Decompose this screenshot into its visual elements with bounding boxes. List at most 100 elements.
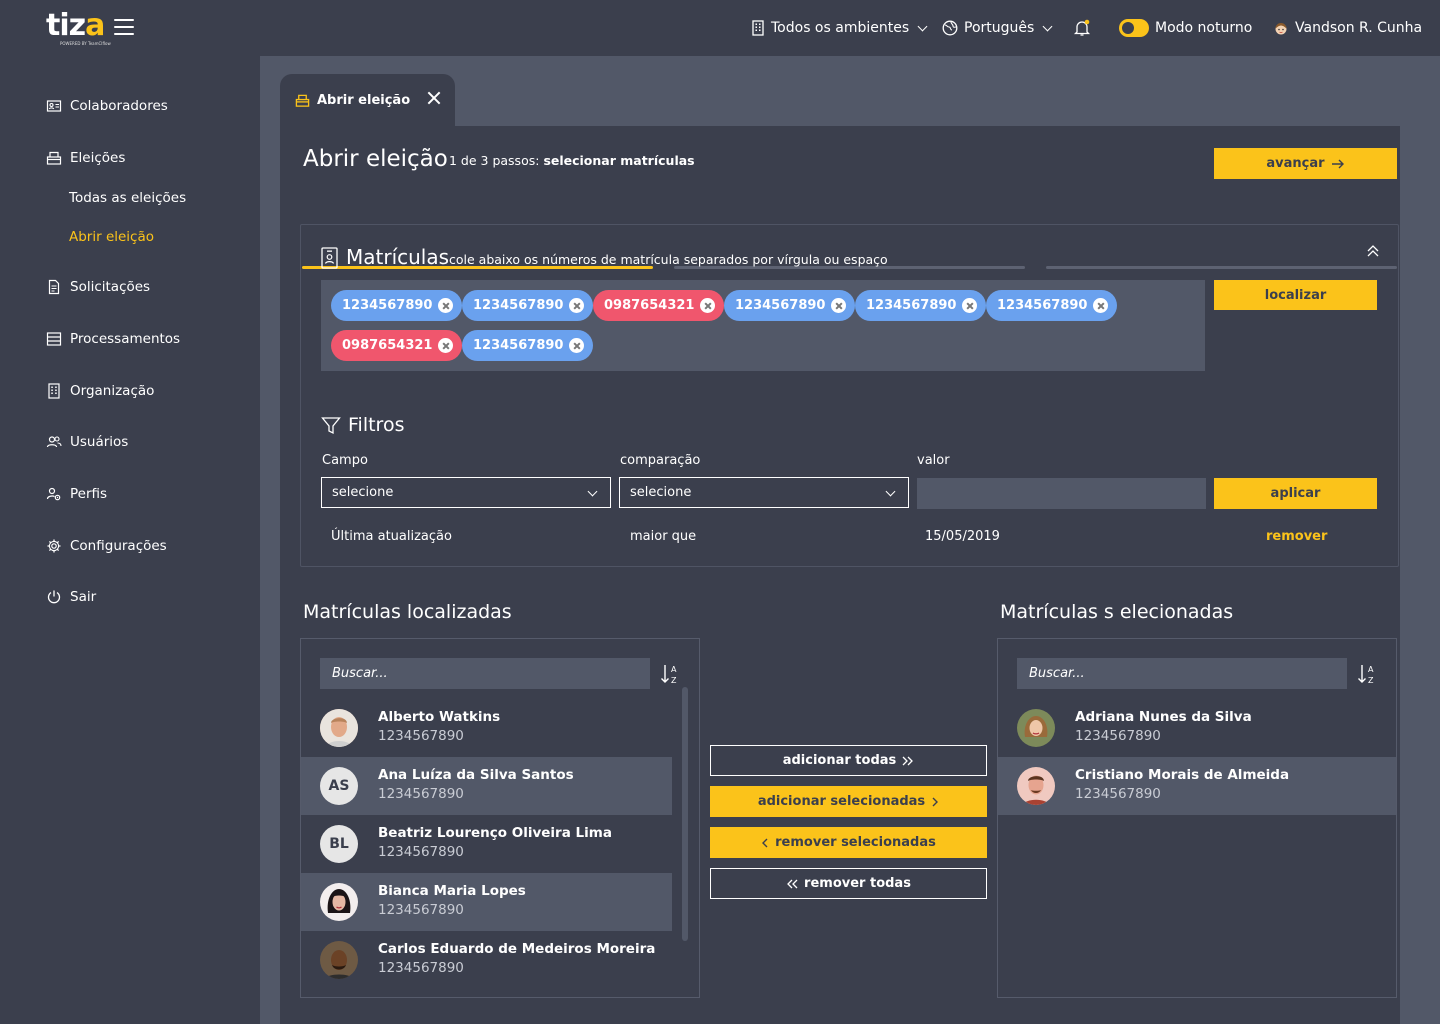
language-selector[interactable]: Português: [942, 18, 1053, 38]
toggle-switch[interactable]: [1119, 19, 1149, 37]
chip-valid[interactable]: 1234567890: [331, 290, 463, 321]
sidebar-item-eleicoes[interactable]: Eleições: [46, 150, 125, 166]
chip-remove-icon[interactable]: [962, 298, 978, 313]
menu-icon[interactable]: [114, 19, 134, 36]
user-name: Vandson R. Cunha: [1295, 20, 1423, 36]
locate-button[interactable]: localizar: [1214, 280, 1377, 310]
sidebar-item-colaboradores[interactable]: Colaboradores: [46, 98, 168, 114]
chip-remove-icon[interactable]: [438, 338, 454, 353]
avatar: [320, 883, 358, 921]
chip-remove-icon[interactable]: [438, 298, 454, 313]
chip-valid[interactable]: 1234567890: [462, 330, 594, 361]
badge-icon: [321, 247, 338, 269]
row-name: Bianca Maria Lopes: [378, 883, 526, 899]
matriculas-card: [300, 224, 1399, 567]
sidebar-item-label: Todas as eleições: [69, 190, 187, 206]
remove-selected-button[interactable]: remover selecionadas: [710, 827, 987, 858]
sidebar-item-label: Organização: [70, 383, 155, 399]
power-icon: [47, 590, 61, 604]
sidebar-item-abrir-eleicao[interactable]: Abrir eleição: [69, 229, 154, 245]
advance-button[interactable]: avançar: [1214, 148, 1397, 179]
sort-az-icon[interactable]: AZ: [1357, 663, 1377, 685]
sidebar-item-configuracoes[interactable]: Configurações: [46, 538, 167, 554]
scrollbar[interactable]: [682, 687, 688, 941]
sort-az-icon[interactable]: AZ: [660, 663, 680, 685]
collapse-icon[interactable]: [1365, 244, 1381, 258]
found-list: Buscar... AZ Alberto Watkins 1234567890 …: [300, 638, 700, 998]
app-logo[interactable]: tiza: [46, 10, 105, 42]
language-label: Português: [964, 20, 1035, 36]
sidebar-item-usuarios[interactable]: Usuários: [46, 434, 128, 450]
list-item[interactable]: Alberto Watkins 1234567890: [301, 699, 672, 757]
chip-invalid[interactable]: 0987654321: [331, 330, 463, 361]
chip-valid[interactable]: 1234567890: [855, 290, 987, 321]
chip-invalid[interactable]: 0987654321: [593, 290, 725, 321]
chip-valid[interactable]: 1234567890: [724, 290, 856, 321]
avatar: BL: [320, 825, 358, 863]
chevron-down-icon: [587, 486, 598, 497]
svg-text:A: A: [671, 665, 677, 674]
sidebar-item-label: Configurações: [70, 538, 167, 554]
notifications-button[interactable]: [1073, 18, 1091, 38]
comparison-select[interactable]: selecione: [619, 477, 909, 508]
user-menu[interactable]: Vandson R. Cunha: [1273, 18, 1422, 38]
add-all-button[interactable]: adicionar todas: [710, 745, 987, 776]
gear-icon: [47, 539, 61, 553]
ballot-box-icon: [46, 151, 62, 165]
list-item[interactable]: AS Ana Luíza da Silva Santos 1234567890: [301, 757, 672, 815]
chip-valid[interactable]: 1234567890: [986, 290, 1118, 321]
found-title: Matrículas localizadas: [303, 601, 512, 623]
chip-label: 1234567890: [473, 298, 564, 313]
environment-selector[interactable]: Todos os ambientes: [751, 18, 928, 38]
list-item[interactable]: Bianca Maria Lopes 1234567890: [301, 873, 672, 931]
sidebar-item-todas-eleicoes[interactable]: Todas as eleições: [69, 190, 186, 206]
content-panel: Abrir eleição 1 de 3 passos: selecionar …: [280, 126, 1400, 1024]
selected-search-input[interactable]: Buscar...: [1017, 658, 1347, 689]
list-item[interactable]: BL Beatriz Lourenço Oliveira Lima 123456…: [301, 815, 672, 873]
row-name: Carlos Eduardo de Medeiros Moreira: [378, 941, 656, 957]
remove-all-button[interactable]: remover todas: [710, 868, 987, 899]
row-name: Cristiano Morais de Almeida: [1075, 767, 1290, 783]
close-icon[interactable]: [427, 91, 441, 105]
sidebar-item-processamentos[interactable]: Processamentos: [46, 331, 180, 347]
sidebar-item-label: Eleições: [70, 150, 126, 166]
sidebar-item-perfis[interactable]: Perfis: [46, 486, 107, 502]
document-icon: [48, 279, 60, 295]
field-select[interactable]: selecione: [321, 477, 611, 508]
svg-text:Z: Z: [1368, 676, 1374, 685]
night-mode-toggle[interactable]: Modo noturno: [1119, 18, 1252, 38]
chip-label: 1234567890: [473, 338, 564, 353]
chip-remove-icon[interactable]: [1093, 298, 1109, 313]
step-name: selecionar matrículas: [543, 153, 695, 168]
avatar: [1017, 709, 1055, 747]
matriculas-input[interactable]: 1234567890 1234567890 0987654321 1234567…: [321, 280, 1205, 371]
chevron-down-icon: [885, 486, 896, 497]
chip-label: 1234567890: [866, 298, 957, 313]
filter-value-input[interactable]: [917, 478, 1206, 509]
add-selected-button[interactable]: adicionar selecionadas: [710, 786, 987, 817]
page-title: Abrir eleição: [303, 146, 448, 172]
tab-label: Abrir eleição: [317, 92, 411, 108]
sidebar-item-solicitacoes[interactable]: Solicitações: [46, 279, 150, 295]
chip-valid[interactable]: 1234567890: [462, 290, 594, 321]
chip-remove-icon[interactable]: [569, 298, 585, 313]
found-search-input[interactable]: Buscar...: [320, 658, 650, 689]
sidebar-item-organizacao[interactable]: Organização: [46, 383, 154, 399]
list-item[interactable]: Carlos Eduardo de Medeiros Moreira 12345…: [301, 931, 672, 989]
filter-icon: [321, 417, 341, 435]
sidebar-item-label: Solicitações: [70, 279, 151, 295]
chip-remove-icon[interactable]: [569, 338, 585, 353]
chip-remove-icon[interactable]: [700, 298, 716, 313]
active-filter-value: 15/05/2019: [925, 529, 1000, 544]
logo-subtitle: POWERED BY TeamCIflow: [60, 41, 111, 46]
user-gear-icon: [46, 487, 61, 501]
active-filter-field: Última atualização: [331, 529, 452, 544]
tab-abrir-eleicao[interactable]: Abrir eleição: [280, 74, 455, 126]
filters-title: Filtros: [348, 414, 405, 436]
apply-filter-button[interactable]: aplicar: [1214, 478, 1377, 509]
list-item[interactable]: Cristiano Morais de Almeida 1234567890: [998, 757, 1396, 815]
chip-remove-icon[interactable]: [831, 298, 847, 313]
sidebar-item-sair[interactable]: Sair: [46, 589, 96, 605]
remove-filter-link[interactable]: remover: [1266, 529, 1327, 544]
list-item[interactable]: Adriana Nunes da Silva 1234567890: [998, 699, 1396, 757]
